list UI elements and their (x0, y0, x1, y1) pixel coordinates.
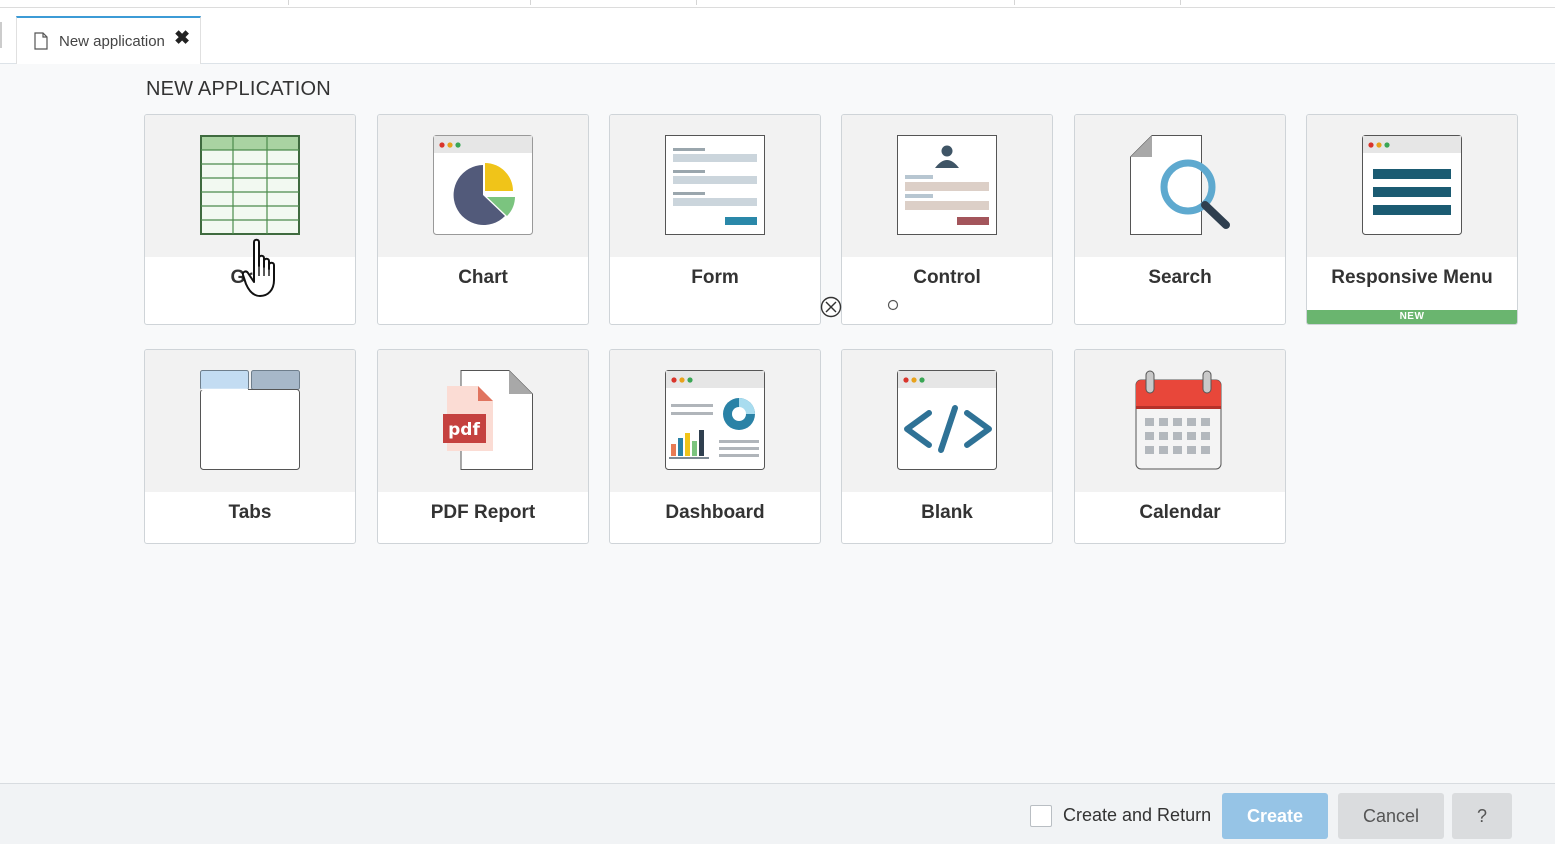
menu-icon (1362, 135, 1462, 235)
control-icon (897, 135, 997, 235)
top-strip (0, 0, 1555, 8)
help-button[interactable]: ? (1452, 793, 1512, 839)
card-art: pdf (378, 350, 588, 492)
tabs-icon (200, 370, 300, 470)
card-label: Responsive Menu (1331, 267, 1493, 288)
circle-x-icon (820, 296, 842, 318)
card-art (1075, 115, 1285, 257)
close-icon[interactable]: ✖ (174, 29, 190, 48)
calendar-icon (1135, 370, 1222, 470)
app-card-control[interactable]: Control (841, 114, 1053, 325)
create-and-return-checkbox[interactable] (1030, 805, 1052, 827)
cancel-button[interactable]: Cancel (1338, 793, 1444, 839)
search-icon (1130, 135, 1230, 235)
card-art (842, 115, 1052, 257)
card-label: Tabs (228, 502, 272, 523)
tab-bar: New application ✖ (0, 8, 1555, 64)
tab-bar-edge (0, 22, 2, 48)
svg-text:pdf: pdf (448, 420, 480, 440)
card-label: Grid (230, 267, 270, 288)
card-label: Calendar (1139, 502, 1221, 523)
tab-label: New application (59, 32, 165, 50)
new-badge: NEW (1307, 310, 1517, 324)
card-label: Form (691, 267, 739, 288)
card-label: Chart (458, 267, 508, 288)
app-card-search[interactable]: Search (1074, 114, 1286, 325)
card-art (842, 350, 1052, 492)
app-card-dashboard[interactable]: Dashboard (609, 349, 821, 544)
app-card-grid[interactable]: Grid (144, 114, 356, 325)
app-card-responsive-menu[interactable]: Responsive Menu NEW (1306, 114, 1518, 325)
create-button[interactable]: Create (1222, 793, 1328, 839)
tab-new-application[interactable]: New application ✖ (16, 16, 201, 64)
card-art (378, 115, 588, 257)
card-art (1307, 115, 1517, 257)
code-icon (897, 370, 997, 470)
pdf-icon: pdf (443, 370, 533, 470)
card-label: Search (1148, 267, 1212, 288)
form-icon (665, 135, 765, 235)
app-card-calendar[interactable]: Calendar (1074, 349, 1286, 544)
app-card-chart[interactable]: Chart (377, 114, 589, 325)
card-art (610, 350, 820, 492)
dashboard-icon (665, 370, 765, 470)
card-art (145, 115, 355, 257)
footer-bar: Create and Return Create Cancel ? (0, 783, 1555, 844)
create-and-return-label[interactable]: Create and Return (1063, 805, 1211, 826)
card-art (610, 115, 820, 257)
app-card-pdf-report[interactable]: pdf PDF Report (377, 349, 589, 544)
app-card-form[interactable]: Form (609, 114, 821, 325)
card-art (1075, 350, 1285, 492)
document-icon (34, 32, 48, 50)
card-art (145, 350, 355, 492)
pie-chart-icon (433, 135, 533, 235)
card-label: Dashboard (665, 502, 765, 523)
app-card-tabs[interactable]: Tabs (144, 349, 356, 544)
card-label: Control (913, 267, 981, 288)
card-label: Blank (921, 502, 973, 523)
app-card-blank[interactable]: Blank (841, 349, 1053, 544)
page-title: NEW APPLICATION (146, 78, 331, 100)
card-label: PDF Report (430, 502, 536, 523)
grid-table-icon (200, 135, 300, 235)
small-circle-icon (887, 299, 899, 311)
